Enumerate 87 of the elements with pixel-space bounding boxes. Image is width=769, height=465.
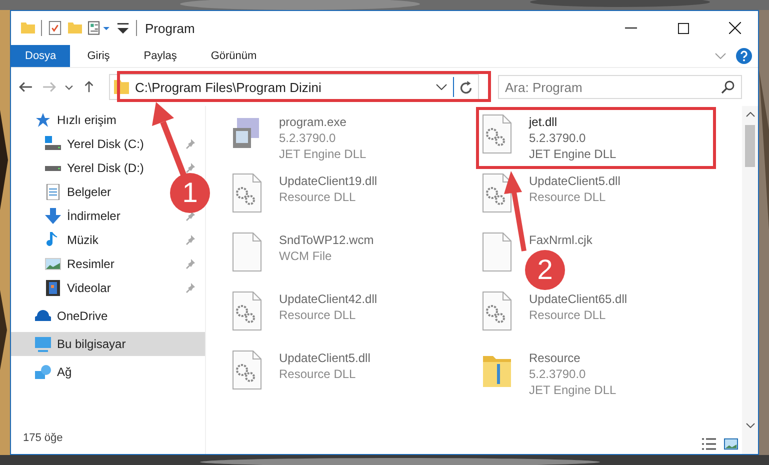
document-icon (45, 184, 61, 200)
file-name[interactable]: UpdateClient5.dll (279, 350, 370, 366)
file-detail: JET Engine DLL (529, 382, 616, 398)
details-view-icon[interactable] (702, 438, 716, 450)
back-arrow-icon[interactable] (19, 81, 33, 93)
file-name[interactable]: Resource (529, 350, 616, 366)
file-detail: Resource DLL (279, 366, 357, 382)
sidebar-item[interactable]: Resimler (11, 252, 120, 276)
scroll-down-icon[interactable] (746, 423, 754, 428)
scrollbar-thumb[interactable] (745, 125, 755, 167)
pin-icon[interactable] (185, 259, 195, 269)
large-icons-view-icon[interactable] (724, 438, 738, 450)
pin-icon[interactable] (185, 163, 195, 173)
maximize-icon (678, 22, 688, 34)
dropdown-icon[interactable] (436, 84, 447, 90)
help-icon[interactable] (736, 48, 752, 64)
film-icon (45, 280, 61, 296)
file-name[interactable]: UpdateClient19.dll (279, 173, 378, 189)
file-detail: 5.2.3790.0 (529, 366, 587, 382)
up-arrow-icon[interactable] (82, 81, 96, 93)
file-name[interactable]: program.exe (279, 114, 366, 130)
expand-ribbon-icon[interactable] (715, 53, 726, 59)
file-detail: Resource DLL (529, 307, 607, 323)
sidebar-item[interactable]: Videolar (11, 276, 117, 300)
sidebar-item[interactable]: Belgeler (11, 180, 118, 204)
view-options-icon[interactable] (88, 21, 110, 35)
gear-file-icon[interactable] (482, 114, 513, 154)
refresh-icon[interactable] (460, 80, 472, 94)
recent-dropdown-icon[interactable] (65, 84, 73, 90)
file-detail: Resource DLL (279, 189, 357, 205)
sidebar-item[interactable]: Ağ (11, 360, 205, 384)
file-name[interactable]: UpdateClient65.dll (529, 291, 628, 307)
file-name[interactable]: SndToWP12.wcm (279, 232, 374, 248)
sidebar-item[interactable]: Yerel Disk (C:) (11, 132, 150, 156)
properties-icon[interactable] (48, 21, 62, 35)
file-name[interactable]: UpdateClient42.dll (279, 291, 378, 307)
close-icon (729, 22, 741, 34)
file-detail: 5.2.3790.0 (279, 130, 337, 146)
sidebar-item[interactable]: Müzik (11, 228, 104, 252)
gear-file-icon[interactable] (232, 291, 263, 331)
customize-dropdown-icon[interactable] (116, 21, 130, 35)
search-icon[interactable] (721, 80, 735, 94)
gear-file-icon[interactable] (232, 173, 263, 213)
sidebar-item[interactable]: Yerel Disk (D:) (11, 156, 150, 180)
gear-file-icon[interactable] (232, 350, 263, 390)
file-detail: JET Engine DLL (529, 146, 616, 162)
picture-icon (45, 256, 61, 272)
file-detail: Resource DLL (279, 307, 357, 323)
file-detail: 5.2.3790.0 (529, 130, 587, 146)
pin-icon[interactable] (185, 211, 195, 221)
ribbon-tab[interactable]: Görünüm (194, 45, 274, 67)
file-detail: WCM File (279, 248, 333, 264)
file-name[interactable]: jet.dll (529, 114, 616, 130)
sidebar-item[interactable]: Hızlı erişim (11, 108, 205, 132)
drive-icon (45, 136, 61, 152)
search-field[interactable]: Ara: Program (498, 75, 742, 99)
ribbon-tab[interactable]: Giriş (70, 45, 127, 67)
network-icon (35, 364, 51, 380)
scroll-up-icon[interactable] (746, 112, 754, 117)
pin-icon[interactable] (185, 139, 195, 149)
pin-icon[interactable] (185, 235, 195, 245)
file-detail: JET Engine DLL (279, 146, 366, 162)
pin-icon[interactable] (185, 283, 195, 293)
sidebar-item[interactable]: İndirmeler (11, 204, 126, 228)
file-detail: Resource DLL (529, 189, 607, 205)
address-bar[interactable]: C:\Program Files\Program Dizini (109, 74, 479, 100)
file-name[interactable]: UpdateClient5.dll (529, 173, 620, 189)
sidebar-item[interactable]: Bu bilgisayar (11, 332, 205, 356)
file-icon[interactable] (232, 232, 263, 272)
address-path: C:\Program Files\Program Dizini (135, 80, 322, 94)
ribbon-tab[interactable]: Dosya (11, 45, 70, 67)
drive-icon (45, 166, 61, 170)
gear-file-icon[interactable] (482, 291, 513, 331)
download-arrow-icon (45, 208, 61, 224)
monitor-icon (35, 336, 51, 352)
forward-arrow-icon[interactable] (42, 81, 56, 93)
item-count: 175 öğe (22, 432, 64, 446)
file-icon[interactable] (482, 232, 513, 272)
window-title: Program (145, 20, 195, 36)
cloud-icon (35, 308, 51, 324)
sidebar-item[interactable]: OneDrive (11, 304, 205, 328)
file-name[interactable]: FaxNrml.cjk (529, 232, 592, 248)
star-icon (35, 112, 51, 128)
minimize-icon (625, 27, 637, 29)
scrollbar[interactable] (742, 106, 758, 454)
ribbon-tab[interactable]: Paylaş (126, 45, 194, 67)
gear-file-icon[interactable] (482, 173, 513, 213)
